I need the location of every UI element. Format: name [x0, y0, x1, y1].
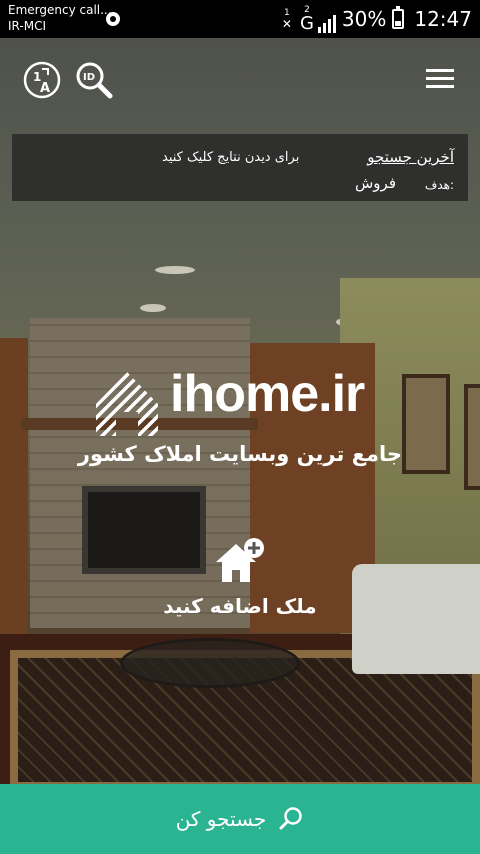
goal-value: فروش	[354, 174, 396, 192]
search-icon	[279, 807, 303, 830]
top-bar: 1 A ID	[0, 38, 480, 124]
id-search-button[interactable]: ID	[74, 60, 114, 100]
brand-name: ihome.ir	[170, 365, 365, 423]
add-home-icon	[216, 538, 264, 582]
svg-text:ID: ID	[83, 72, 95, 83]
carrier-line-2: IR-MCI	[8, 19, 46, 33]
id-search-icon: ID	[76, 62, 113, 99]
coffee-table	[120, 638, 300, 688]
ceiling-light	[155, 266, 195, 274]
svg-text:A: A	[40, 81, 50, 96]
search-button[interactable]: جستجو کن	[0, 784, 480, 854]
last-search-title[interactable]: آخرین جستجو	[367, 148, 454, 166]
search-button-label: جستجو کن	[175, 807, 267, 831]
notification-icon	[106, 12, 120, 26]
tagline: جامع ترین وبسایت املاک کشور	[77, 442, 403, 466]
last-search-hint: برای دیدن نتایج کلیک کنید	[162, 150, 300, 165]
carrier-info: Emergency call... IR-MCI	[8, 2, 112, 34]
carrier-line-1: Emergency call...	[8, 3, 112, 17]
status-bar: Emergency call... IR-MCI 1 ✕ 2 G 30% 12:…	[0, 0, 480, 38]
ceiling-light	[140, 304, 166, 312]
picture-frame	[464, 384, 480, 490]
add-property-label: ملک اضافه کنید	[163, 594, 317, 618]
house-logo-icon	[96, 372, 158, 436]
battery-icon	[392, 6, 405, 29]
sim-1-indicator: 1 ✕	[281, 7, 292, 31]
hamburger-menu-icon[interactable]	[424, 64, 456, 104]
clock: 12:47	[414, 7, 472, 31]
firebox	[82, 486, 206, 574]
translate-button[interactable]: 1 A	[22, 60, 62, 100]
signal-icon: 2 G	[299, 5, 336, 34]
last-search-panel[interactable]: آخرین جستجو برای دیدن نتایج کلیک کنید هد…	[12, 134, 468, 201]
sofa	[352, 564, 480, 674]
goal-label: هدف:	[424, 178, 454, 192]
battery-percent: 30%	[341, 7, 387, 31]
network-type: G	[299, 12, 314, 34]
translate-icon: 1 A	[23, 61, 61, 99]
